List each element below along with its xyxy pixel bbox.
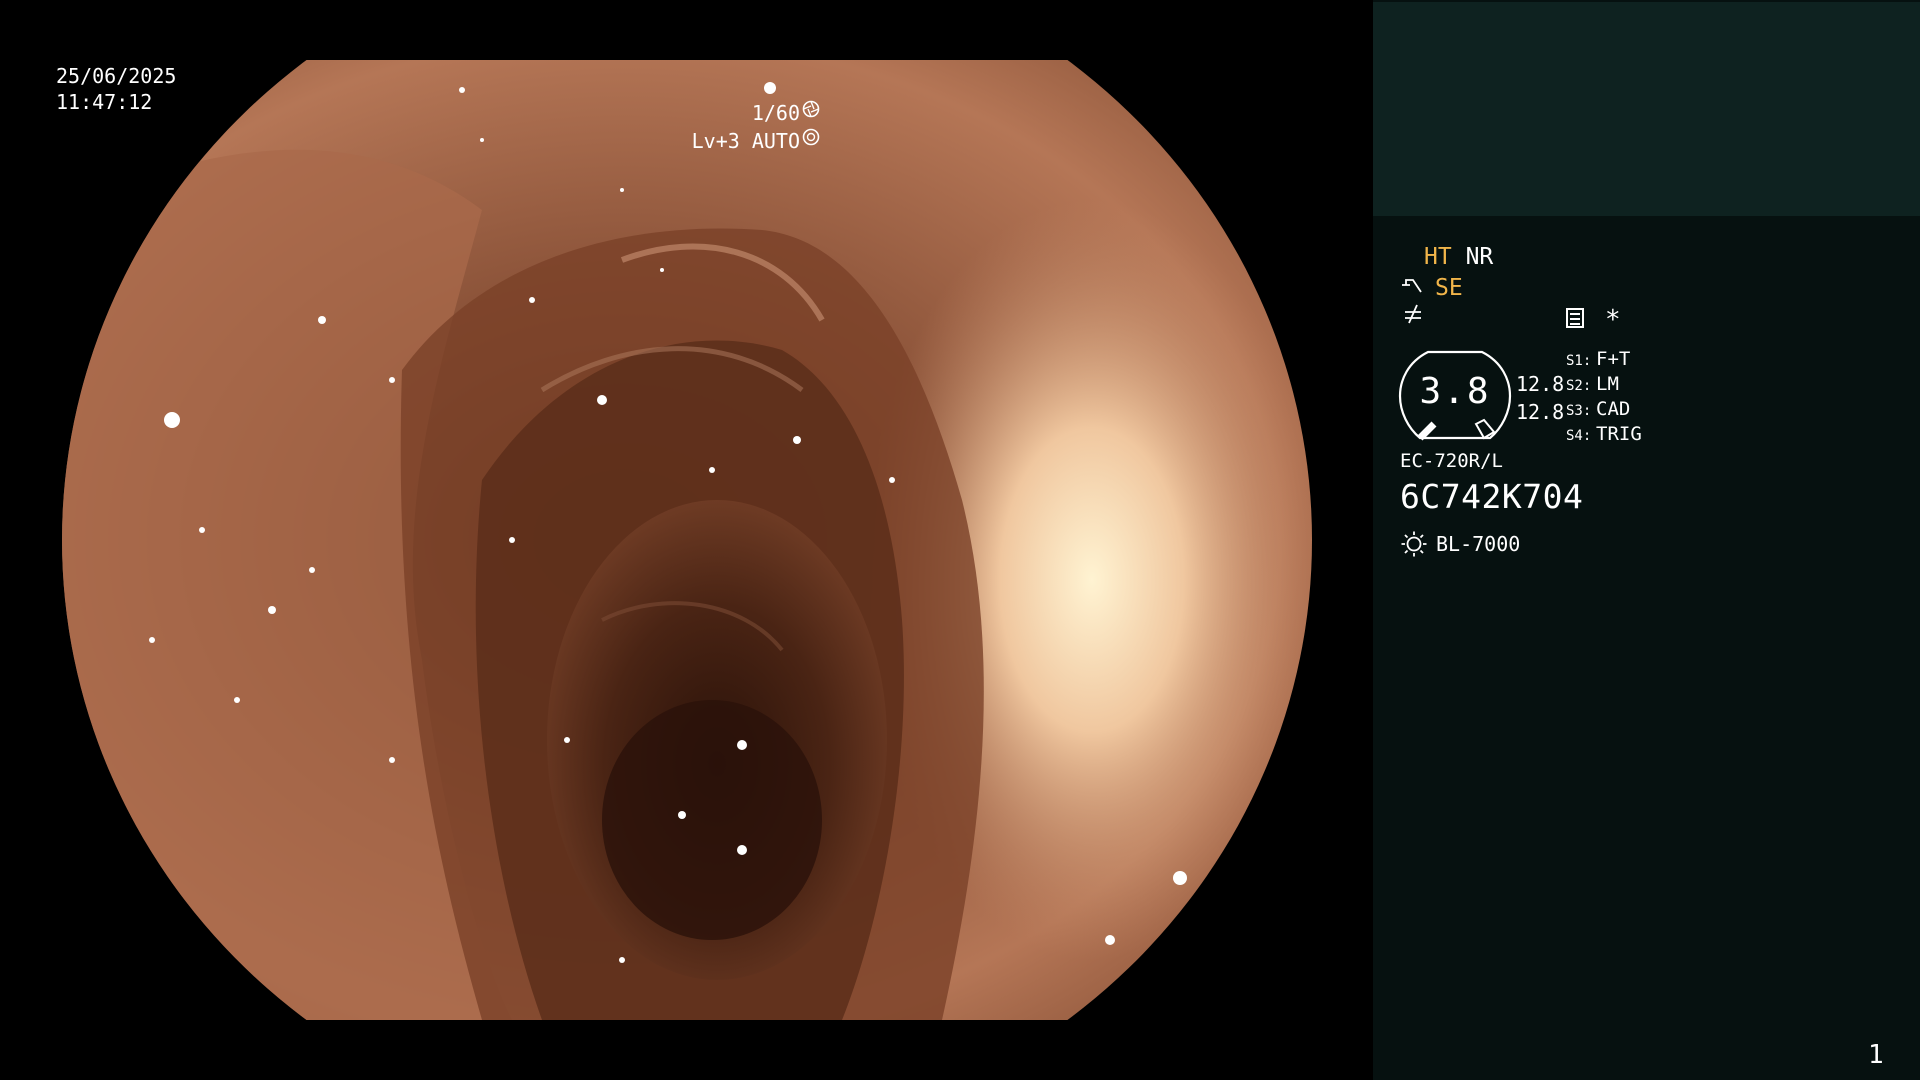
light-source: BL-7000 — [1400, 530, 1520, 558]
ht-label: HT — [1424, 244, 1452, 270]
switch-key: S4: — [1566, 428, 1592, 444]
switch-value: LM — [1596, 373, 1619, 395]
colon-lumen-image — [62, 60, 1312, 1020]
switch-row: S3: CAD — [1566, 397, 1642, 422]
filter-icon — [1566, 308, 1584, 328]
time-text: 11:47:12 — [56, 90, 153, 114]
gauge-bottom-reading: 12.8 — [1516, 400, 1565, 424]
gauge-value: 3.8 — [1419, 371, 1491, 412]
switch-assignments: S1: F+T S2: LM S3: CAD S4: TRIG — [1566, 347, 1642, 447]
structure-enhance-icon — [1401, 276, 1435, 300]
iris-icon — [802, 128, 820, 154]
not-equal-icon — [1403, 303, 1423, 331]
enhancement-mode: HT NR — [1424, 243, 1493, 271]
switch-value: TRIG — [1596, 423, 1642, 445]
nr-label: NR — [1465, 244, 1494, 270]
switch-value: F+T — [1596, 348, 1631, 370]
gauge-top-reading: 12.8 — [1516, 372, 1565, 396]
shutter-speed: 1/60 — [751, 101, 800, 125]
switch-row: S2: LM — [1566, 372, 1642, 397]
switch-value: CAD — [1596, 398, 1631, 420]
status-panel: HT NR SE * 3.8 12.8 12.8 S1: F+T S2: LM … — [1373, 0, 1920, 1080]
switch-row: S4: TRIG — [1566, 422, 1642, 447]
light-source-model: BL-7000 — [1436, 532, 1521, 556]
light-source-icon — [1401, 531, 1427, 557]
datetime-readout: 25/06/2025 11:47:12 — [56, 63, 176, 115]
scope-model: EC-720R/L — [1400, 450, 1503, 472]
level-readout: Lv+3 AUTO — [691, 129, 800, 153]
date-text: 25/06/2025 — [56, 64, 177, 88]
panel-header-area — [1373, 2, 1920, 216]
switch-key: S2: — [1566, 378, 1592, 394]
se-label: SE — [1435, 275, 1463, 301]
switch-key: S1: — [1566, 353, 1592, 369]
structure-enhancement: SE — [1401, 274, 1463, 302]
asterisk-indicator: * — [1605, 305, 1621, 335]
exposure-readout: 1/60 Lv+3 AUTO — [692, 99, 820, 155]
aperture-icon — [802, 100, 820, 126]
switch-key: S3: — [1566, 403, 1592, 419]
endoscopic-image — [62, 60, 1312, 1020]
page-number: 1 — [1868, 1040, 1884, 1070]
scope-serial-number: 6C742K704 — [1400, 477, 1584, 516]
switch-row: S1: F+T — [1566, 347, 1642, 372]
endoscope-viewport: 25/06/2025 11:47:12 1/60 Lv+3 AUTO — [0, 0, 1373, 1080]
gauge-readings: 12.8 12.8 — [1516, 370, 1564, 426]
